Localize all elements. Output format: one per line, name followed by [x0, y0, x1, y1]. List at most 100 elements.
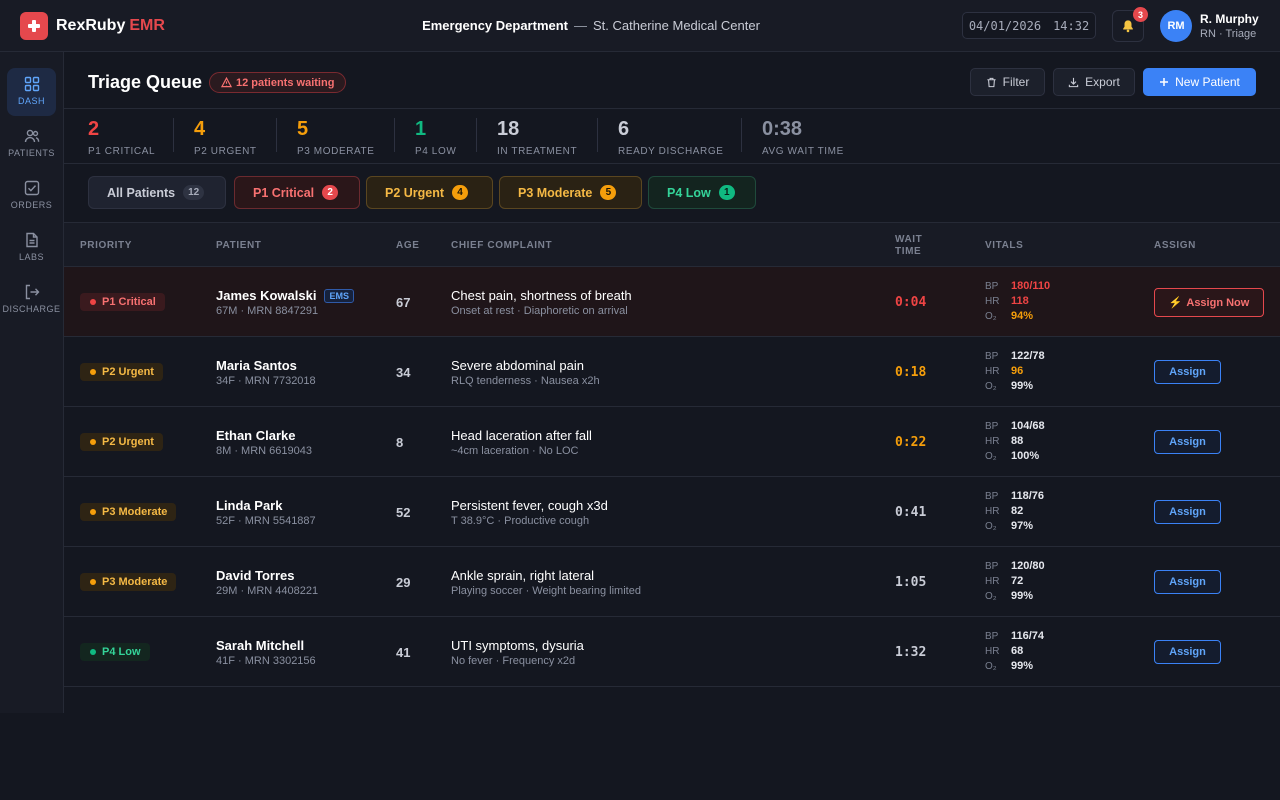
patient-name[interactable]: Maria Santos	[216, 358, 297, 373]
table-row[interactable]: P3 Moderate Linda Park 52F · MRN 5541887…	[64, 477, 1280, 547]
column-header-wait-line1[interactable]: WAIT	[895, 234, 922, 245]
table-row[interactable]: P4 Low Sarah Mitchell 41F · MRN 3302156 …	[64, 617, 1280, 687]
stat-label: READY DISCHARGE	[618, 146, 724, 157]
priority-dot	[90, 369, 96, 375]
assign-button[interactable]: Assign	[1154, 360, 1221, 384]
tab-p4-low[interactable]: P4 Low 1	[648, 176, 756, 209]
patient-meta: 41F · MRN 3302156	[216, 655, 316, 667]
assign-now-button[interactable]: ⚡ Assign Now	[1154, 288, 1264, 317]
priority-badge: P3 Moderate	[80, 503, 177, 521]
stat-p3-moderate: 5 P3 MODERATE	[297, 118, 375, 157]
patient-name[interactable]: Linda Park	[216, 498, 282, 513]
tab-all-patients[interactable]: All Patients 12	[88, 176, 226, 209]
vital-hr: 96	[1011, 365, 1024, 377]
notification-count-badge: 3	[1133, 7, 1148, 22]
assign-button[interactable]: Assign	[1154, 570, 1221, 594]
priority-badge: P2 Urgent	[80, 363, 163, 381]
assign-button[interactable]: Assign	[1154, 640, 1221, 664]
vital-bp: 104/68	[1011, 420, 1045, 432]
priority-dot	[90, 649, 96, 655]
vital-o2: 94%	[1011, 310, 1034, 322]
patient-name[interactable]: David Torres	[216, 568, 295, 583]
stat-p4-low: 1 P4 LOW	[415, 118, 456, 157]
filter-button[interactable]: Filter	[970, 68, 1045, 96]
tab-p2-urgent[interactable]: P2 Urgent 4	[366, 176, 493, 209]
vital-label-hr: HR	[985, 366, 1000, 377]
sidebar-item-patients[interactable]: PATIENTS	[7, 120, 56, 168]
bell-icon	[1123, 20, 1133, 33]
vital-label-hr: HR	[985, 506, 1000, 517]
patient-name[interactable]: Ethan Clarke	[216, 428, 295, 443]
sidebar-item-label: LABS	[18, 252, 44, 262]
checklist-icon	[24, 180, 39, 196]
grid-icon	[24, 76, 39, 92]
vital-label-bp: BP	[985, 351, 999, 362]
stat-label: P1 CRITICAL	[88, 146, 156, 157]
column-header-patient[interactable]: PATIENT	[216, 240, 262, 251]
patient-meta: 67M · MRN 8847291	[216, 305, 319, 317]
notifications-button[interactable]: 3	[1112, 7, 1148, 42]
stat-label: P2 URGENT	[194, 146, 257, 157]
column-header-wait-line2[interactable]: TIME	[895, 246, 921, 257]
vitals: BP 104/68 HR 88 O₂ 100%	[985, 419, 1045, 464]
priority-dot	[90, 439, 96, 445]
chief-complaint: Ankle sprain, right lateral	[451, 568, 595, 583]
column-header-complaint[interactable]: CHIEF COMPLAINT	[451, 240, 552, 251]
patient-age: 67	[396, 295, 411, 310]
sidebar-item-orders[interactable]: ORDERS	[7, 172, 56, 220]
new-patient-button[interactable]: New Patient	[1143, 68, 1256, 96]
patient-name[interactable]: Sarah Mitchell	[216, 638, 304, 653]
patient-name[interactable]: James Kowalski	[216, 288, 316, 303]
sidebar-item-labs[interactable]: LABS	[7, 224, 56, 272]
column-header-assign[interactable]: ASSIGN	[1154, 240, 1196, 251]
assign-button[interactable]: Assign	[1154, 430, 1221, 454]
column-header-age[interactable]: AGE	[396, 240, 419, 251]
assign-button[interactable]: Assign	[1154, 500, 1221, 524]
stat-label: P3 MODERATE	[297, 146, 375, 157]
new-patient-button-label: New Patient	[1175, 75, 1240, 89]
priority-text: P3 Moderate	[102, 576, 168, 588]
patient-meta: 29M · MRN 4408221	[216, 585, 319, 597]
stat-avg-wait: 0:38 AVG WAIT TIME	[762, 118, 844, 157]
vital-label-bp: BP	[985, 491, 999, 502]
chief-complaint: Persistent fever, cough x3d	[451, 498, 608, 513]
column-header-priority[interactable]: PRIORITY	[80, 240, 132, 251]
vital-o2: 97%	[1011, 520, 1034, 532]
complaint-detail: ~4cm laceration · No LOC	[451, 445, 579, 457]
stat-separator	[276, 118, 277, 152]
patient-meta: 34F · MRN 7732018	[216, 375, 316, 387]
stats-divider	[64, 163, 1280, 164]
stat-separator	[597, 118, 598, 152]
sidebar-item-label: PATIENTS	[8, 148, 55, 158]
sidebar-item-discharge[interactable]: DISCHARGE	[3, 276, 60, 324]
stat-p2-urgent: 4 P2 URGENT	[194, 118, 257, 157]
tab-p1-critical[interactable]: P1 Critical 2	[234, 176, 360, 209]
stat-separator	[394, 118, 395, 152]
warning-icon	[221, 77, 232, 88]
vital-bp: 118/76	[1011, 490, 1045, 502]
sidebar-item-label: ORDERS	[10, 200, 53, 210]
tab-p3-moderate[interactable]: P3 Moderate 5	[499, 176, 642, 209]
vital-label-bp: BP	[985, 631, 999, 642]
table-row[interactable]: P1 Critical James Kowalski EMS 67M · MRN …	[64, 267, 1280, 337]
vital-label-o2: O₂	[985, 591, 997, 602]
stat-p1-critical: 2 P1 CRITICAL	[88, 118, 155, 157]
user-role: RN · Triage	[1200, 28, 1257, 40]
priority-badge: P4 Low	[80, 643, 150, 661]
export-button[interactable]: Export	[1053, 68, 1135, 96]
table-row[interactable]: P3 Moderate David Torres 29M · MRN 44082…	[64, 547, 1280, 617]
stat-value: 1	[415, 118, 427, 140]
filter-button-label: Filter	[1002, 75, 1030, 89]
wait-time: 0:41	[895, 505, 927, 520]
sidebar-item-dash[interactable]: DASH	[7, 68, 56, 116]
priority-text: P4 Low	[102, 646, 141, 658]
avatar[interactable]: RM	[1160, 10, 1192, 42]
table-row[interactable]: P2 Urgent Ethan Clarke 8M · MRN 6619043 …	[64, 407, 1280, 477]
table-row[interactable]: P2 Urgent Maria Santos 34F · MRN 7732018…	[64, 337, 1280, 407]
column-header-vitals[interactable]: VITALS	[985, 240, 1023, 251]
vitals: BP 180/110 HR 118 O₂ 94%	[985, 279, 1050, 324]
stat-label: P4 LOW	[415, 146, 457, 157]
priority-dot	[90, 579, 96, 585]
ems-badge: EMS	[324, 288, 354, 303]
patient-name-cell: Linda Park	[216, 498, 282, 513]
